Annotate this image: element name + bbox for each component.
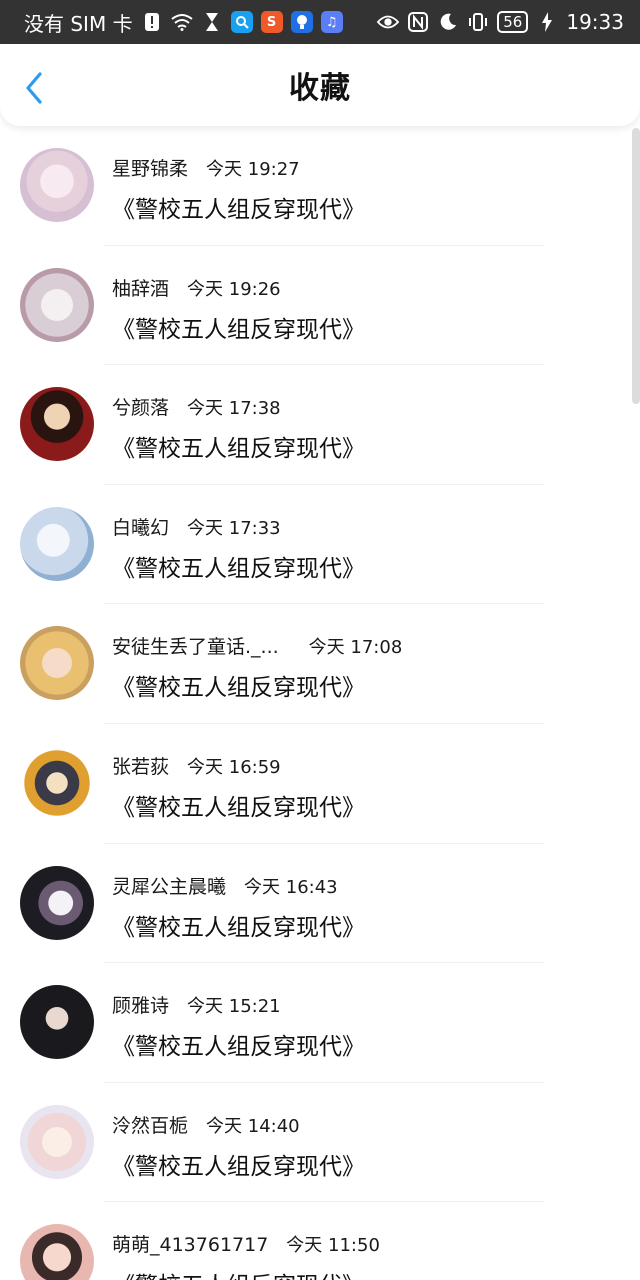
list-item[interactable]: 柚辞酒 今天 19:26 《警校五人组反穿现代》 [0,246,640,366]
eye-comfort-icon [377,11,400,33]
timestamp: 今天 19:26 [187,278,281,300]
user-name[interactable]: 白曦幻 [112,513,169,540]
list-item[interactable]: 泠然百栀 今天 14:40 《警校五人组反穿现代》 [0,1083,640,1203]
user-name[interactable]: 灵犀公主晨曦 [112,872,226,899]
search-app-icon [230,11,253,33]
moon-icon [437,11,459,33]
avatar[interactable] [20,745,94,820]
carrier-text: 没有 SIM 卡 [24,11,133,36]
user-name[interactable]: 顾雅诗 [112,991,169,1018]
list-item[interactable]: 萌萌_413761717 今天 11:50 《警校五人组反穿现代》 [0,1202,640,1280]
back-button[interactable] [18,70,50,106]
timestamp: 今天 14:40 [206,1115,300,1137]
chevron-left-icon [26,72,42,104]
nfc-icon [407,11,429,33]
favorites-list: 星野锦柔 今天 19:27 《警校五人组反穿现代》 柚辞酒 今天 19:26 《… [0,126,640,1280]
timestamp: 今天 17:08 [308,637,403,659]
wifi-icon [170,11,193,33]
list-item[interactable]: 顾雅诗 今天 15:21 《警校五人组反穿现代》 [0,963,640,1083]
avatar[interactable] [20,387,94,462]
avatar[interactable] [20,148,94,222]
avatar[interactable] [20,865,94,940]
book-title[interactable]: 《警校五人组反穿现代》 [112,549,365,583]
avatar[interactable] [20,626,94,701]
timestamp: 今天 17:33 [187,517,281,539]
user-name[interactable]: 安徒生丢了童话._... [112,632,279,659]
list-item[interactable]: 兮颜落 今天 17:38 《警校五人组反穿现代》 [0,365,640,485]
book-title[interactable]: 《警校五人组反穿现代》 [112,1266,365,1280]
book-title[interactable]: 《警校五人组反穿现代》 [112,908,365,942]
timestamp: 今天 11:50 [286,1235,380,1257]
notification-alert-icon [141,11,163,33]
user-name[interactable]: 萌萌_413761717 [112,1230,268,1257]
page-header: 收藏 [0,44,640,126]
user-name[interactable]: 兮颜落 [112,393,169,420]
book-title[interactable]: 《警校五人组反穿现代》 [112,190,365,224]
book-title[interactable]: 《警校五人组反穿现代》 [112,668,365,702]
sogou-app-icon: S [260,11,283,33]
vibrate-icon [467,11,489,33]
book-title[interactable]: 《警校五人组反穿现代》 [112,310,365,344]
scrollbar[interactable] [632,128,640,404]
clock-time: 19:33 [566,10,624,34]
timestamp: 今天 15:21 [187,996,281,1018]
avatar[interactable] [20,506,94,581]
charging-icon [536,11,558,33]
timestamp: 今天 16:59 [187,756,281,778]
list-item[interactable]: 星野锦柔 今天 19:27 《警校五人组反穿现代》 [0,126,640,246]
music-app-icon: ♫ [320,11,343,33]
list-item[interactable]: 张若荻 今天 16:59 《警校五人组反穿现代》 [0,724,640,844]
lightbulb-app-icon [290,11,313,33]
page-title: 收藏 [289,71,351,106]
avatar[interactable] [20,1224,94,1280]
timestamp: 今天 17:38 [187,398,281,420]
user-name[interactable]: 张若荻 [112,752,169,779]
avatar[interactable] [20,1104,94,1179]
avatar[interactable] [20,267,94,342]
avatar[interactable] [20,985,94,1060]
timestamp: 今天 19:27 [206,159,300,180]
user-name[interactable]: 柚辞酒 [112,274,169,301]
user-name[interactable]: 星野锦柔 [112,154,188,181]
timestamp: 今天 16:43 [244,876,338,898]
list-item[interactable]: 灵犀公主晨曦 今天 16:43 《警校五人组反穿现代》 [0,844,640,964]
battery-level: 56 [497,11,529,33]
status-bar: 没有 SIM 卡 S ♫ 56 19:33 [0,0,640,44]
book-title[interactable]: 《警校五人组反穿现代》 [112,788,365,822]
hourglass-icon [201,11,223,33]
book-title[interactable]: 《警校五人组反穿现代》 [112,429,365,463]
book-title[interactable]: 《警校五人组反穿现代》 [112,1027,365,1061]
list-item[interactable]: 白曦幻 今天 17:33 《警校五人组反穿现代》 [0,485,640,605]
user-name[interactable]: 泠然百栀 [112,1111,188,1138]
book-title[interactable]: 《警校五人组反穿现代》 [112,1147,365,1181]
list-item[interactable]: 安徒生丢了童话._... 今天 17:08 《警校五人组反穿现代》 [0,604,640,724]
